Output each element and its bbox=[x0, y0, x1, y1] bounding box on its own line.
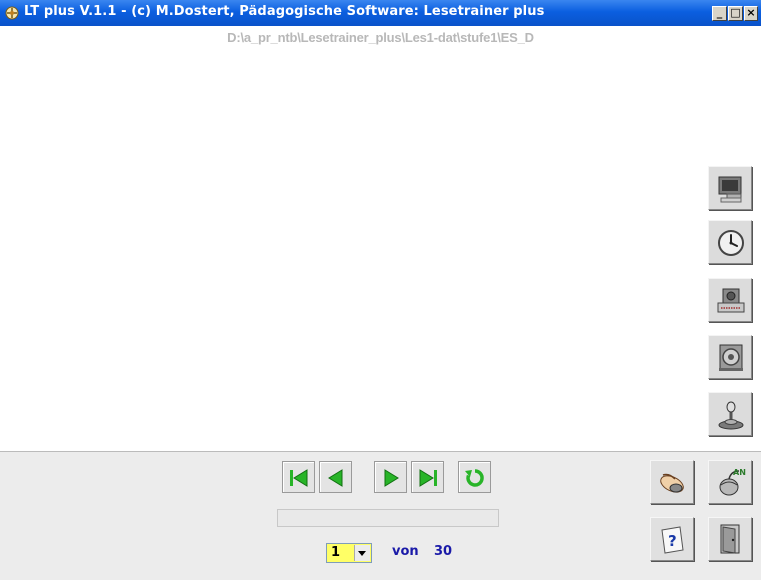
joystick-icon bbox=[718, 401, 744, 430]
help-button[interactable]: ? bbox=[650, 517, 694, 561]
hand-mouse-icon bbox=[660, 473, 684, 493]
progress-bar bbox=[277, 509, 499, 527]
page-select[interactable]: 1 bbox=[326, 543, 372, 563]
previous-page-button[interactable] bbox=[319, 461, 352, 493]
mouse-an-icon: AN bbox=[719, 468, 746, 496]
of-label: von bbox=[392, 544, 419, 559]
file-path: D:\a_pr_ntb\Lesetrainer_plus\Les1-dat\st… bbox=[227, 30, 534, 45]
first-page-button[interactable] bbox=[282, 461, 315, 493]
last-icon bbox=[419, 469, 437, 487]
help-icon: ? bbox=[661, 526, 684, 554]
speaker-button[interactable] bbox=[708, 335, 752, 379]
last-page-button[interactable] bbox=[411, 461, 444, 493]
clock-icon bbox=[718, 230, 744, 256]
maximize-button[interactable]: □ bbox=[728, 6, 743, 21]
computer-terminal-icon bbox=[718, 176, 742, 203]
speaker-icon bbox=[719, 344, 743, 371]
current-page: 1 bbox=[331, 545, 341, 560]
help-mark: ? bbox=[668, 532, 677, 550]
mouse-hand-button[interactable] bbox=[650, 460, 694, 504]
next-page-button[interactable] bbox=[374, 461, 407, 493]
repeat-button[interactable] bbox=[458, 461, 491, 493]
minimize-button[interactable]: _ bbox=[712, 6, 727, 21]
computer-button[interactable] bbox=[708, 166, 752, 210]
printer-icon bbox=[717, 288, 745, 313]
exit-door-icon bbox=[720, 524, 740, 554]
joystick-button[interactable] bbox=[708, 392, 752, 436]
window-title: LT plus V.1.1 - (c) M.Dostert, Pädagogis… bbox=[24, 4, 545, 19]
total-pages: 30 bbox=[434, 544, 453, 559]
dropdown-arrow[interactable] bbox=[354, 545, 370, 561]
reading-area bbox=[0, 26, 706, 450]
chevron-down-icon bbox=[358, 551, 366, 556]
first-icon bbox=[290, 469, 308, 487]
app-window: LT plus V.1.1 - (c) M.Dostert, Pädagogis… bbox=[0, 0, 761, 580]
app-icon bbox=[5, 6, 19, 20]
title-bar[interactable]: LT plus V.1.1 - (c) M.Dostert, Pädagogis… bbox=[0, 0, 761, 26]
clock-button[interactable] bbox=[708, 220, 752, 264]
exit-button[interactable] bbox=[708, 517, 752, 561]
previous-icon bbox=[328, 469, 343, 487]
printer-button[interactable] bbox=[708, 278, 752, 322]
mouse-an-button[interactable]: AN bbox=[708, 460, 752, 504]
repeat-icon bbox=[465, 469, 484, 487]
an-label: AN bbox=[733, 468, 746, 477]
close-button[interactable]: × bbox=[744, 6, 758, 21]
next-icon bbox=[384, 469, 399, 487]
